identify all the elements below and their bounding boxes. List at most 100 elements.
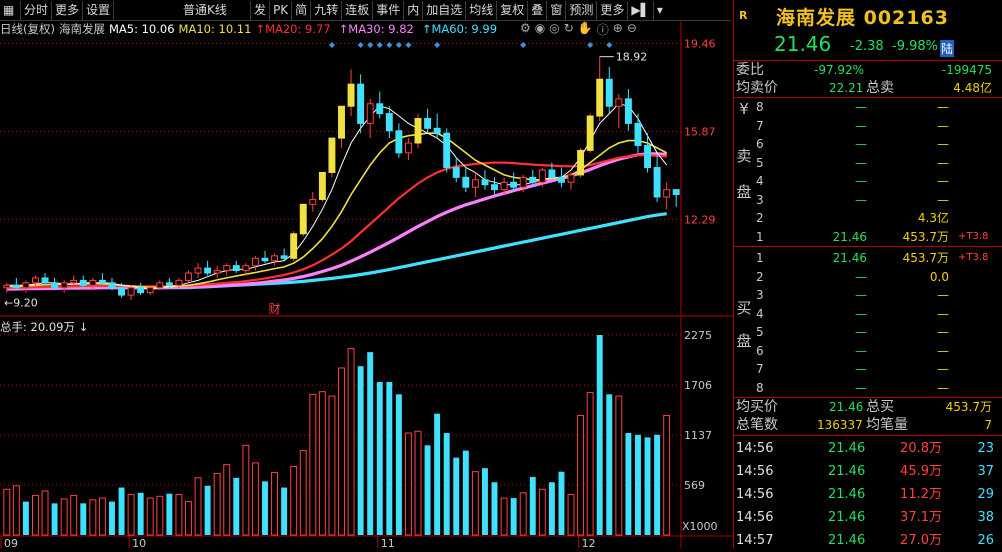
jump-end-icon[interactable]: ▶▌ [628, 0, 654, 20]
candle-body [60, 282, 68, 289]
buy-level-row-x: +T3.8 [958, 252, 989, 263]
eye-hide-icon[interactable]: ◎ [549, 21, 559, 38]
dropdown-icon[interactable]: ▾ [654, 1, 666, 20]
volume-unit-label: X1000 [682, 520, 718, 533]
event-diamond-icon [606, 42, 613, 48]
candle-body [577, 149, 585, 176]
divider [734, 246, 1002, 247]
candle-body [3, 284, 11, 289]
eye-icon[interactable]: ◉ [535, 21, 545, 38]
toolbar-adjust[interactable]: 复权 [497, 0, 529, 20]
junmai-buy-val: 21.46 [829, 400, 864, 414]
zoom-in-icon[interactable]: ⊕ [613, 21, 623, 38]
toolbar-kline-type[interactable]: 普通K线 [180, 0, 252, 20]
sell-level-row-n: 2 [756, 211, 764, 225]
market-tag: 陆 [940, 40, 955, 57]
settings-gear-icon[interactable]: ⚙ [520, 21, 531, 38]
toolbar-add-watch[interactable]: 加自选 [423, 0, 467, 20]
toolbar-settings[interactable]: 设置 [83, 0, 115, 20]
x-axis-label: 11 [381, 537, 395, 548]
sell-level-row-n: 1 [756, 229, 764, 244]
badge-r: R [739, 9, 748, 22]
volume-bar [318, 391, 326, 536]
toolbar-issue[interactable]: 发 [251, 0, 271, 20]
volume-bar [338, 367, 345, 536]
buy-level-row: 5 — — [734, 323, 1002, 341]
sell-level-row-p: — [855, 174, 867, 188]
candle-body [672, 189, 680, 196]
stock-title: 海南发展 002163 [776, 7, 949, 29]
event-diamond-icon [587, 42, 594, 48]
toolbar-more-left[interactable]: 更多 [52, 0, 84, 20]
zoom-out-icon[interactable]: ⊖ [627, 21, 637, 38]
buy-level-row-n: 6 [756, 343, 764, 358]
sell-level-row: 4 — — [734, 172, 1002, 190]
volume-bar [175, 494, 183, 536]
volume-bar [500, 497, 508, 536]
toolbar-simple[interactable]: 简 [292, 0, 312, 20]
hand-icon[interactable]: ✋ [578, 21, 593, 38]
candle-body [251, 257, 259, 267]
event-diamond-icon [405, 42, 412, 48]
candle-body [271, 255, 279, 262]
buy-level-row: 2 — 0.0 [734, 268, 1002, 286]
candle-body [175, 279, 183, 286]
buy-level-row-p: — [855, 288, 867, 302]
volume-bar [404, 432, 412, 536]
volume-bar [395, 394, 402, 535]
volume-bar [89, 499, 97, 536]
event-diamond-icon [386, 42, 393, 48]
price-axis-label: 19.46 [684, 37, 716, 50]
toolbar-events[interactable]: 事件 [373, 0, 405, 20]
volume-bar [347, 348, 355, 536]
buy-level-row-p: — [855, 380, 867, 395]
info-icon[interactable]: ⓘ [597, 21, 609, 38]
toolbar-nine-turn[interactable]: 九转 [311, 0, 343, 20]
tick-row-p: 21.46 [828, 510, 866, 525]
kline-chart[interactable]: 19.46 15.87 12.29 2275 1706 1137 569 X1000 18.92… [0, 0, 733, 548]
tick-row: 14:56 21.46 20.8万 23 [734, 437, 1002, 460]
candle-body [223, 265, 231, 272]
sell-level-row-x: +T3.8 [958, 230, 989, 242]
toolbar-ma-lines[interactable]: 均线 [466, 0, 498, 20]
sell-level-row-v: 4.3亿 [917, 211, 949, 225]
bishu-val: 136337 [817, 418, 863, 432]
candle-body [89, 279, 97, 286]
toolbar-more-right[interactable]: 更多 [597, 0, 629, 20]
sell-level-row-p: — [855, 118, 867, 133]
candle-body [519, 176, 527, 188]
candle-body [338, 105, 345, 139]
refresh-icon[interactable]: ↻ [564, 21, 574, 38]
candle-body [137, 287, 145, 294]
volume-bar [271, 472, 279, 536]
tick-row: 14:56 21.46 11.2万 29 [734, 483, 1002, 506]
sell-level-row: 2 4.3亿 [734, 209, 1002, 227]
event-diamond-icon [434, 42, 441, 48]
volume-bar [213, 472, 221, 536]
tick-row-c: 38 [977, 510, 994, 525]
buy-level-row-n: 1 [756, 251, 764, 265]
candle-body [653, 167, 661, 198]
sell-level-row-v: — [937, 192, 949, 207]
volume-bar [424, 445, 431, 535]
legend-ma20: ↑MA20: 9.77 [255, 22, 331, 36]
toolbar-predict[interactable]: 预测 [566, 0, 598, 20]
candle-body [318, 171, 326, 200]
candle-body [443, 132, 451, 169]
candle-body [471, 179, 479, 188]
volume-bar [118, 487, 125, 535]
volume-bar [615, 395, 623, 536]
volume-bar [233, 477, 240, 535]
toolbar-timeshare[interactable]: 分时 [21, 0, 53, 20]
sell-level-row-n: 7 [756, 118, 764, 133]
toolbar-window[interactable]: 窗 [547, 0, 567, 20]
tick-row: 14:57 21.46 27.0万 26 [734, 529, 1002, 552]
toolbar-pk[interactable]: PK [270, 0, 293, 20]
toolbar-limit-up[interactable]: 连板 [342, 0, 374, 20]
grid-icon[interactable]: ▦ [0, 0, 21, 20]
toolbar-overlay[interactable]: 叠 [528, 0, 548, 20]
toolbar-inner[interactable]: 内 [404, 0, 424, 20]
candle-body [79, 279, 87, 286]
tick-row-p: 21.46 [828, 533, 866, 548]
volume-bar [538, 488, 546, 536]
